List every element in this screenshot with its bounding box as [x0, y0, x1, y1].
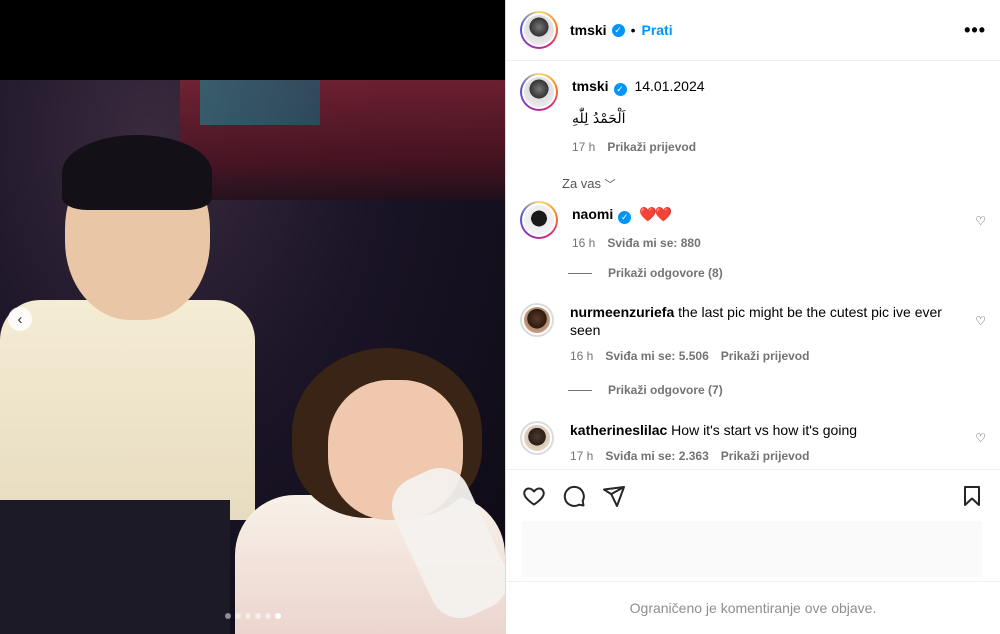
- for-you-filter[interactable]: Za vas ﹀: [562, 176, 616, 192]
- carousel-dot: [225, 613, 231, 619]
- bookmark-icon[interactable]: [960, 484, 984, 508]
- comment-avatar[interactable]: [520, 303, 554, 337]
- share-icon[interactable]: [602, 484, 626, 508]
- comment-text: How it's start vs how it's going: [671, 422, 858, 438]
- separator-dot: •: [630, 22, 636, 38]
- comment-like-heart-icon[interactable]: ♡: [975, 214, 986, 228]
- comment-translate-link[interactable]: Prikaži prijevod: [721, 447, 810, 465]
- caption-row: tmski ✓ 14.01.2024 اَلْحَمْدُ لِلّٰهِ 17 …: [520, 73, 705, 156]
- comment-avatar[interactable]: [520, 201, 558, 239]
- caption-time: 17 h: [572, 140, 596, 154]
- instagram-post-modal: ‹ tmski ✓ • Prati ••• tmski ✓ 14.01.2024 …: [0, 0, 1000, 634]
- verified-badge-icon: ✓: [618, 211, 632, 224]
- comments-disabled-notice: Ograničeno je komentiranje ove objave.: [506, 581, 1000, 634]
- caption-username[interactable]: tmski: [572, 78, 609, 94]
- caption-text: اَلْحَمْدُ لِلّٰهِ: [572, 111, 626, 127]
- caption-translate-link[interactable]: Prikaži prijevod: [607, 138, 696, 156]
- chevron-left-icon: ‹: [17, 310, 23, 328]
- view-replies-button[interactable]: Prikaži odgovore (8): [568, 266, 723, 280]
- comments-disabled-text: Ograničeno je komentiranje ove objave.: [629, 600, 877, 616]
- chevron-down-icon: ﹀: [604, 179, 616, 191]
- comment-icon[interactable]: [562, 484, 586, 508]
- verified-badge-icon: ✓: [613, 83, 627, 96]
- comments-scroll-area[interactable]: tmski ✓ 14.01.2024 اَلْحَمْدُ لِلّٰهِ 17 …: [506, 61, 1000, 469]
- carousel-dot: [235, 613, 241, 619]
- comment-likes[interactable]: Sviđa mi se: 5.506: [605, 347, 708, 365]
- post-actions-bar: [506, 469, 1000, 521]
- carousel-dots: [225, 613, 281, 619]
- comment-username[interactable]: naomi: [572, 206, 613, 222]
- heart-icon[interactable]: [522, 484, 546, 508]
- caption-date: 14.01.2024: [634, 78, 705, 94]
- carousel-dot: [265, 613, 271, 619]
- post-media: ‹: [0, 0, 505, 634]
- for-you-label: Za vas: [562, 176, 602, 191]
- comment-time: 17 h: [570, 449, 594, 463]
- author-username[interactable]: tmski: [570, 22, 607, 38]
- view-replies-label: Prikaži odgovore (7): [608, 383, 723, 397]
- carousel-dot: [245, 613, 251, 619]
- more-options-icon[interactable]: •••: [964, 20, 986, 41]
- comment-like-heart-icon[interactable]: ♡: [975, 431, 986, 445]
- carousel-dot: [255, 613, 261, 619]
- comment-username[interactable]: katherineslilac: [570, 422, 667, 438]
- comment-text: ❤️❤️: [639, 206, 672, 222]
- comment-avatar[interactable]: [520, 421, 554, 455]
- follow-button[interactable]: Prati: [641, 22, 672, 38]
- comment-username[interactable]: nurmeenzuriefa: [570, 304, 674, 320]
- comment-translate-link[interactable]: Prikaži prijevod: [721, 347, 810, 365]
- comment-likes[interactable]: Sviđa mi se: 2.363: [605, 447, 708, 465]
- view-replies-button[interactable]: Prikaži odgovore (7): [568, 383, 723, 397]
- comment-time: 16 h: [570, 349, 594, 363]
- comment-time: 16 h: [572, 236, 596, 250]
- view-replies-label: Prikaži odgovore (8): [608, 266, 723, 280]
- comment-item: nurmeenzuriefa the last pic might be the…: [520, 303, 960, 365]
- post-sidebar: tmski ✓ • Prati ••• tmski ✓ 14.01.2024 اَ…: [505, 0, 1000, 634]
- likes-placeholder: [522, 521, 982, 577]
- comment-item: katherineslilac How it's start vs how it…: [520, 421, 960, 465]
- author-avatar[interactable]: [520, 11, 558, 49]
- carousel-dot: [275, 613, 281, 619]
- verified-badge-icon: ✓: [611, 23, 625, 37]
- caption-avatar[interactable]: [520, 73, 558, 111]
- post-photo[interactable]: [0, 80, 505, 634]
- comment-like-heart-icon[interactable]: ♡: [975, 314, 986, 328]
- post-header: tmski ✓ • Prati •••: [506, 0, 1000, 61]
- comment-likes[interactable]: Sviđa mi se: 880: [607, 234, 700, 252]
- carousel-prev-button[interactable]: ‹: [8, 307, 32, 331]
- comment-item: naomi ✓ ❤️❤️ 16 h Sviđa mi se: 880: [520, 201, 701, 252]
